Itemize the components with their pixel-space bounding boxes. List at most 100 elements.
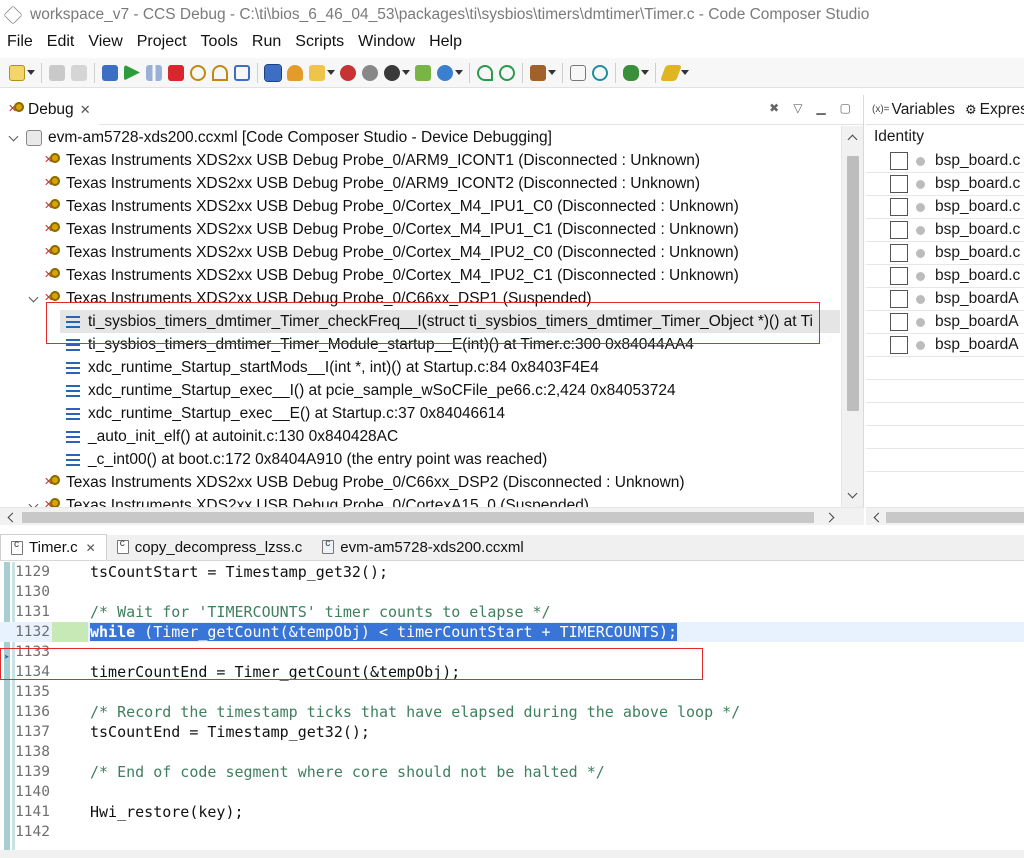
- tab-timer-c[interactable]: Timer.c ✕: [0, 534, 107, 560]
- list-item[interactable]: bsp_board.c: [866, 242, 1024, 265]
- scroll-up-icon[interactable]: [847, 132, 857, 142]
- scroll-left-icon[interactable]: [872, 512, 882, 522]
- stack-frame[interactable]: ti_sysbios_timers_dmtimer_Timer_Module_s…: [66, 333, 694, 356]
- resume-icon[interactable]: [124, 64, 140, 81]
- run-dropdown-icon[interactable]: [455, 70, 463, 75]
- save-icon[interactable]: [49, 64, 65, 81]
- tree-node-probe[interactable]: Texas Instruments XDS2xx USB Debug Probe…: [44, 264, 739, 287]
- list-item[interactable]: bsp_board.c: [866, 150, 1024, 173]
- skip-breakpoints-icon[interactable]: [362, 64, 378, 81]
- tree-node-config[interactable]: evm-am5728-xds200.ccxml [Code Composer S…: [8, 126, 552, 149]
- tab-expressions[interactable]: ⚙ Expres: [965, 101, 1024, 119]
- tree-node-probe-suspended[interactable]: Texas Instruments XDS2xx USB Debug Probe…: [28, 287, 592, 310]
- pencil-icon[interactable]: [660, 64, 682, 81]
- code-line[interactable]: 1139 /* End of code segment where core s…: [0, 762, 1024, 782]
- list-item[interactable]: bsp_board.c: [866, 265, 1024, 288]
- code-line[interactable]: 1134 timerCountEnd = Timer_getCount(&tem…: [0, 662, 1024, 682]
- column-header-identity[interactable]: Identity: [866, 125, 1024, 149]
- open-perspective-icon[interactable]: [570, 64, 586, 81]
- list-item[interactable]: bsp_board.c: [866, 196, 1024, 219]
- new-icon[interactable]: [9, 64, 25, 81]
- console-icon[interactable]: [102, 64, 118, 81]
- menu-edit[interactable]: Edit: [40, 33, 82, 51]
- tools-icon[interactable]: [530, 64, 546, 81]
- scroll-right-icon[interactable]: [826, 512, 836, 522]
- code-line[interactable]: 1129 tsCountStart = Timestamp_get32();: [0, 562, 1024, 582]
- tools-dropdown-icon[interactable]: [548, 70, 556, 75]
- reset-icon[interactable]: [499, 64, 515, 81]
- tab-copy-decompress[interactable]: copy_decompress_lzss.c: [107, 534, 313, 560]
- editor-horizontal-scrollbar[interactable]: [0, 850, 1024, 858]
- menu-scripts[interactable]: Scripts: [288, 33, 351, 51]
- checkbox[interactable]: [890, 152, 908, 170]
- checkbox[interactable]: [890, 175, 908, 193]
- step-into-icon[interactable]: [190, 64, 206, 81]
- code-line[interactable]: 1142: [0, 822, 1024, 842]
- code-line[interactable]: 1133: [0, 642, 1024, 662]
- code-line-current[interactable]: 1132 while (Timer_getCount(&tempObj) < t…: [0, 622, 1024, 642]
- run-icon[interactable]: [437, 64, 453, 81]
- menu-file[interactable]: File: [0, 33, 40, 51]
- scrollbar-thumb[interactable]: [847, 156, 859, 411]
- remove-breakpoints-icon[interactable]: [340, 64, 356, 81]
- pencil-dropdown-icon[interactable]: [681, 70, 689, 75]
- tree-node-probe[interactable]: Texas Instruments XDS2xx USB Debug Probe…: [44, 172, 700, 195]
- breakpoint-icon[interactable]: [309, 64, 325, 81]
- tab-variables[interactable]: (x)= Variables: [872, 101, 955, 119]
- menu-run[interactable]: Run: [245, 33, 288, 51]
- checkbox[interactable]: [890, 336, 908, 354]
- remove-all-terminated-icon[interactable]: ✖: [769, 101, 779, 115]
- checkbox[interactable]: [890, 221, 908, 239]
- checkbox[interactable]: [890, 198, 908, 216]
- code-line[interactable]: 1137 tsCountEnd = Timestamp_get32();: [0, 722, 1024, 742]
- list-item[interactable]: bsp_boardA: [866, 311, 1024, 334]
- stack-frame-selected[interactable]: ti_sysbios_timers_dmtimer_Timer_checkFre…: [60, 310, 840, 333]
- tree-node-probe[interactable]: Texas Instruments XDS2xx USB Debug Probe…: [44, 149, 700, 172]
- scroll-left-icon[interactable]: [6, 512, 16, 522]
- memory-icon[interactable]: [264, 63, 282, 82]
- menu-window[interactable]: Window: [351, 33, 422, 51]
- debug-bug-icon[interactable]: [384, 64, 400, 81]
- scroll-down-icon[interactable]: [847, 490, 857, 500]
- menu-tools[interactable]: Tools: [194, 33, 245, 51]
- stack-frame[interactable]: xdc_runtime_Startup_exec__E() at Startup…: [66, 402, 505, 425]
- list-item[interactable]: bsp_boardA: [866, 334, 1024, 357]
- expand-icon[interactable]: [8, 132, 20, 144]
- terminate-icon[interactable]: [168, 64, 184, 81]
- search-icon[interactable]: [592, 64, 608, 81]
- tree-node-probe[interactable]: Texas Instruments XDS2xx USB Debug Probe…: [44, 471, 685, 494]
- stack-frame[interactable]: xdc_runtime_Startup_exec__I() at pcie_sa…: [66, 379, 676, 402]
- tree-node-probe[interactable]: Texas Instruments XDS2xx USB Debug Probe…: [44, 195, 739, 218]
- tree-node-probe[interactable]: Texas Instruments XDS2xx USB Debug Probe…: [44, 241, 739, 264]
- close-icon[interactable]: ✕: [86, 541, 96, 555]
- checkbox[interactable]: [890, 267, 908, 285]
- list-item[interactable]: bsp_board.c: [866, 173, 1024, 196]
- load-program-icon[interactable]: [287, 64, 303, 81]
- new-dropdown-icon[interactable]: [27, 70, 35, 75]
- checkbox[interactable]: [890, 290, 908, 308]
- variables-horizontal-scrollbar[interactable]: [866, 507, 1024, 525]
- suspend-icon[interactable]: [146, 64, 162, 81]
- code-line[interactable]: 1130: [0, 582, 1024, 602]
- stack-frame[interactable]: xdc_runtime_Startup_startMods__I(int *, …: [66, 356, 599, 379]
- step-return-icon[interactable]: [234, 64, 250, 81]
- tree-node-probe[interactable]: Texas Instruments XDS2xx USB Debug Probe…: [44, 218, 739, 241]
- code-area[interactable]: 1129 tsCountStart = Timestamp_get32(); 1…: [0, 562, 1024, 858]
- menu-help[interactable]: Help: [422, 33, 469, 51]
- maximize-icon[interactable]: ▢: [840, 101, 851, 115]
- breakpoint-dropdown-icon[interactable]: [327, 70, 335, 75]
- code-line[interactable]: 1140: [0, 782, 1024, 802]
- debug-horizontal-scrollbar[interactable]: [0, 507, 864, 525]
- perspective-dropdown-icon[interactable]: [641, 70, 649, 75]
- checkbox[interactable]: [890, 244, 908, 262]
- view-menu-icon[interactable]: ▽: [793, 101, 802, 115]
- tab-ccxml[interactable]: evm-am5728-xds200.ccxml: [312, 534, 533, 560]
- tab-debug[interactable]: Debug ✕: [0, 94, 99, 125]
- code-line[interactable]: 1136 /* Record the timestamp ticks that …: [0, 702, 1024, 722]
- expand-icon[interactable]: [28, 293, 40, 305]
- build-icon[interactable]: [415, 64, 431, 81]
- restart-icon[interactable]: [477, 64, 493, 81]
- tree-node-probe-suspended[interactable]: Texas Instruments XDS2xx USB Debug Probe…: [28, 494, 589, 507]
- code-line[interactable]: 1135: [0, 682, 1024, 702]
- scrollbar-thumb[interactable]: [22, 512, 814, 523]
